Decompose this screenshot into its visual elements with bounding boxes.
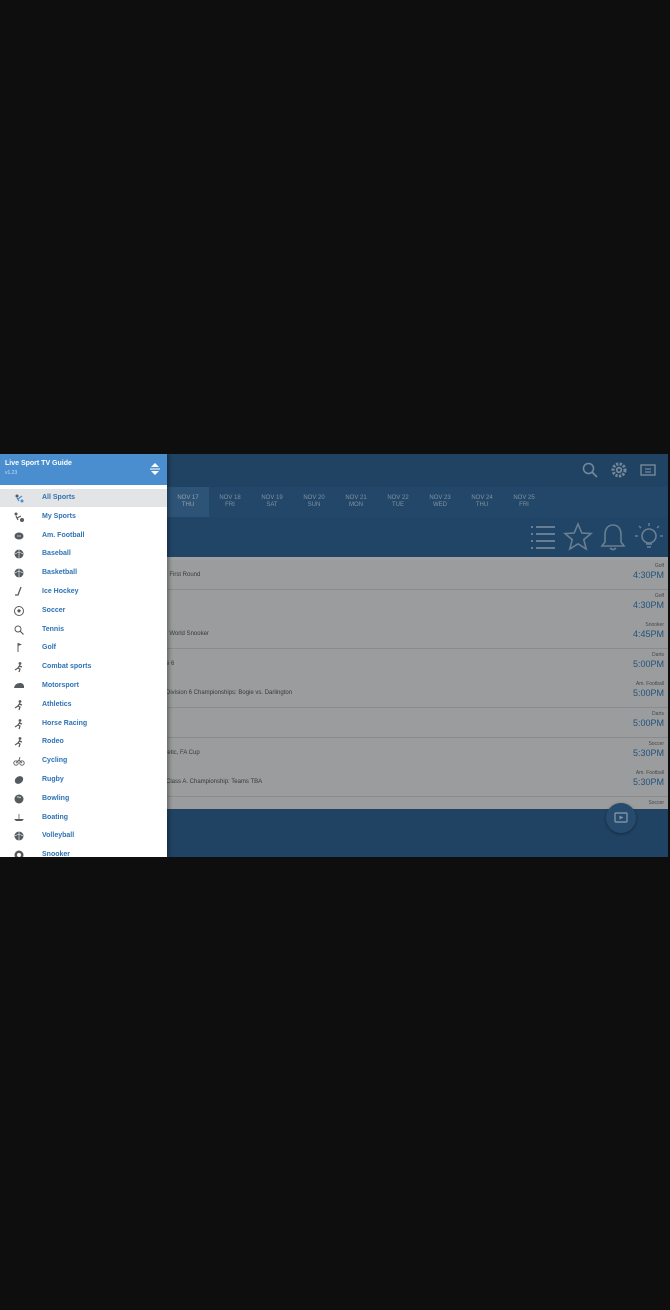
snooker-icon	[14, 850, 24, 857]
menu-item-label: Baseball	[42, 550, 71, 558]
menu-item-label: Tennis	[42, 625, 65, 633]
menu-item-label: Motorsport	[42, 682, 79, 689]
menu-item-my-sports[interactable]: My Sports	[0, 508, 167, 526]
my-sports-icon	[14, 512, 24, 522]
menu-item-tennis[interactable]: Tennis	[0, 621, 167, 639]
menu-item-athletics[interactable]: Athletics	[0, 696, 167, 714]
menu-item-bowling[interactable]: Bowling	[0, 790, 167, 808]
menu-item-label: Combat sports	[42, 663, 92, 671]
menu-item-label: All Sports	[42, 494, 76, 501]
sort-icon[interactable]	[149, 462, 161, 476]
menu-item-rodeo[interactable]: Rodeo	[0, 733, 167, 751]
motorsport-icon	[14, 683, 24, 688]
ice-hockey-icon	[15, 586, 22, 596]
menu-item-label: Bowling	[42, 794, 70, 802]
menu-item-label: Volleyball	[42, 832, 75, 840]
menu-item-label: Athletics	[42, 700, 72, 708]
menu-item-cycling[interactable]: Cycling	[0, 752, 167, 770]
cycling-icon	[13, 757, 25, 766]
menu-item-snooker[interactable]: Snooker	[0, 846, 167, 857]
golf-icon	[17, 643, 22, 653]
athletics-icon	[14, 699, 23, 710]
menu-item-soccer[interactable]: Soccer	[0, 602, 167, 620]
app-title: Live Sport TV Guide	[5, 460, 72, 467]
baseball-icon	[14, 549, 24, 559]
app-screen: NOV 17 THU NOV 18 FRI NOV 19 SAT NOV 20 SUN NOV …	[0, 454, 668, 857]
menu-item-all-sports[interactable]: All Sports	[0, 489, 167, 507]
combat-sports-icon	[14, 662, 23, 673]
menu-item-baseball[interactable]: Baseball	[0, 545, 167, 563]
menu-item-label: Snooker	[42, 851, 71, 857]
menu-item-combat-sports[interactable]: Combat sports	[0, 658, 167, 676]
menu-item-label: My Sports	[42, 512, 76, 520]
basketball-icon	[14, 568, 24, 578]
menu-item-label: Boating	[42, 813, 69, 821]
menu-item-label: Am. Football	[42, 531, 85, 539]
app-version: v1.23	[5, 470, 18, 476]
menu-item-boating[interactable]: Boating	[0, 809, 167, 827]
menu-item-label: Ice Hockey	[42, 588, 79, 595]
horse-racing-icon	[14, 718, 23, 729]
menu-item-volleyball[interactable]: Volleyball	[0, 827, 167, 845]
menu-item-basketball[interactable]: Basketball	[0, 564, 167, 582]
menu-item-horse-racing[interactable]: Horse Racing	[0, 715, 167, 733]
rugby-icon	[14, 776, 24, 784]
menu-item-ice-hockey[interactable]: Ice Hockey	[0, 583, 167, 601]
menu-item-golf[interactable]: Golf	[0, 639, 167, 657]
menu-item-label: Rodeo	[42, 738, 64, 746]
menu-item-label: Horse Racing	[42, 719, 88, 727]
bowling-icon	[14, 794, 24, 804]
boating-icon	[14, 813, 24, 821]
rodeo-icon	[14, 737, 23, 748]
menu-item-motorsport[interactable]: Motorsport	[0, 677, 167, 695]
menu-item-label: Basketball	[42, 569, 78, 577]
menu-item-rugby[interactable]: Rugby	[0, 771, 167, 789]
menu-item-label: Rugby	[42, 776, 64, 783]
menu-item-label: Soccer	[42, 606, 66, 614]
menu-item-label: Cycling	[42, 757, 68, 765]
menu-item-am-football[interactable]: Am. Football	[0, 527, 167, 545]
volleyball-icon	[14, 831, 24, 841]
drawer-header: Live Sport TV Guide v1.23	[0, 454, 167, 485]
american-football-icon	[14, 532, 24, 540]
all-sports-icon	[15, 494, 24, 503]
soccer-icon	[14, 605, 24, 616]
menu-item-label: Golf	[42, 644, 56, 652]
tennis-icon	[14, 625, 24, 635]
navigation-drawer: Live Sport TV Guide v1.23 All Sports My S…	[0, 454, 167, 857]
